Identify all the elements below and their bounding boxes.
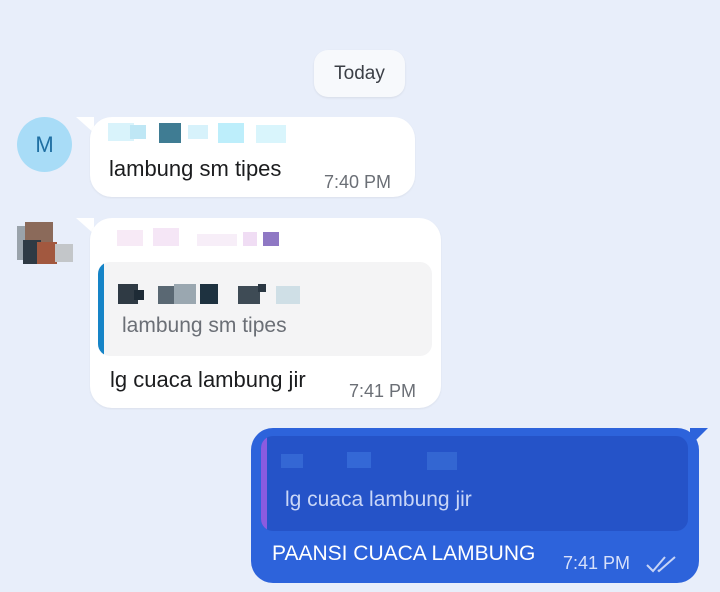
sender-name-redacted: [108, 123, 286, 143]
avatar-initial: M: [35, 131, 54, 157]
quote-accent-bar: [261, 436, 267, 531]
double-check-read-icon: [646, 556, 676, 573]
reply-quote[interactable]: lambung sm tipes: [98, 262, 432, 356]
date-separator-label: Today: [334, 62, 385, 84]
avatar[interactable]: M: [17, 117, 72, 172]
message-time: 7:41 PM: [349, 381, 417, 401]
message-time: 7:40 PM: [324, 172, 392, 192]
sender-name-redacted: [117, 228, 279, 246]
avatar[interactable]: [17, 222, 73, 266]
quoted-sender-redacted: [118, 284, 300, 304]
message-text: PAANSI CUACA LAMBUNG: [272, 542, 536, 565]
reply-quote[interactable]: lg cuaca lambung jir: [261, 436, 688, 531]
message-text: lg cuaca lambung jir: [110, 367, 306, 392]
date-separator: Today: [314, 50, 405, 97]
quoted-message-text: lg cuaca lambung jir: [285, 488, 472, 511]
message-text: lambung sm tipes: [109, 156, 282, 181]
quoted-message-text: lambung sm tipes: [122, 314, 287, 337]
message-time: 7:41 PM: [563, 553, 631, 573]
quote-accent-bar: [98, 262, 104, 356]
quoted-sender-redacted: [281, 452, 457, 470]
